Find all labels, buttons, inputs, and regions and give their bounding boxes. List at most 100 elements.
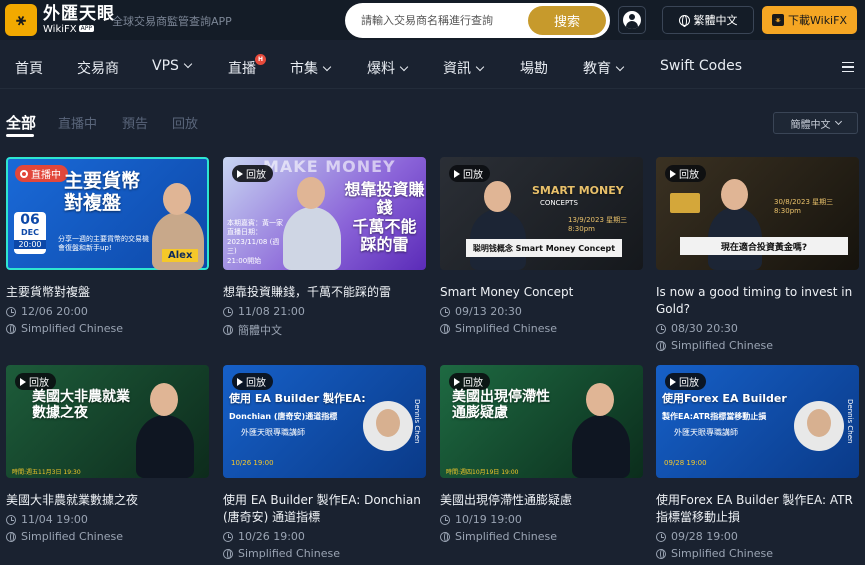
thumb-caption: 聪明钱概念 Smart Money Concept [466, 239, 622, 257]
video-thumbnail[interactable]: 直播中 主要貨幣 對複盤 06 DEC 20:00 分享一週的主要貨幣的交易機會… [6, 157, 209, 270]
status-badge: 回放 [665, 373, 706, 390]
video-title[interactable]: 主要貨幣對複盤 [6, 284, 209, 301]
video-thumbnail[interactable]: 回放 使用Forex EA Builder 製作EA:ATR指標當移動止損 外匯… [656, 365, 859, 478]
thumb-time: 8:30pm [568, 225, 595, 233]
video-thumbnail[interactable]: MAKE MONEY 回放 想靠投資賺錢 千萬不能 踩的雷 本期嘉賓：黃一家 直… [223, 157, 426, 270]
video-card[interactable]: MAKE MONEY 回放 想靠投資賺錢 千萬不能 踩的雷 本期嘉賓：黃一家 直… [223, 157, 426, 338]
search-box: 搜索 [345, 3, 610, 38]
tab-live[interactable]: 直播中 [58, 113, 97, 132]
status-badge: 回放 [232, 373, 273, 390]
language-filter-select[interactable]: 簡體中文 [773, 112, 858, 134]
search-input[interactable] [361, 3, 531, 38]
play-icon [20, 377, 26, 386]
video-language: Simplified Chinese [440, 530, 643, 543]
video-thumbnail[interactable]: 回放 SMART MONEY CONCEPTS 13/9/2023 星期三 8:… [440, 157, 643, 270]
video-card[interactable]: 回放 美國大非農就業 數據之夜 時間:週五11月3日 19:30 美國大非農就業… [6, 365, 209, 543]
nav-item-survey[interactable]: 場勘 [520, 58, 548, 78]
nav-item-swift-codes[interactable]: Swift Codes [660, 58, 742, 74]
thumb-sub: Donchian (唐奇安)通道指標 [229, 412, 338, 421]
video-card[interactable]: 回放 SMART MONEY CONCEPTS 13/9/2023 星期三 8:… [440, 157, 643, 335]
video-language: Simplified Chinese [440, 322, 643, 335]
nav-item-news[interactable]: 資訊 [443, 58, 485, 78]
video-card[interactable]: 回放 30/8/2023 星期三 8:30pm 現在適合投資黃金嗎? Is no… [656, 157, 859, 352]
download-label: 下載WikiFX [788, 14, 847, 27]
nav-item-home[interactable]: 首頁 [15, 58, 43, 78]
thumb-banner: MAKE MONEY [263, 157, 396, 176]
language-icon [656, 548, 666, 559]
video-title[interactable]: 使用 EA Builder 製作EA: Donchian(唐奇安) 通道指標 [223, 492, 426, 526]
clock-icon [6, 306, 16, 317]
video-language: 簡體中文 [223, 322, 426, 338]
thumb-title: 主要貨幣 對複盤 [64, 170, 141, 214]
wikifx-logo-icon: ⚹ [5, 4, 37, 36]
tab-preview[interactable]: 預告 [122, 113, 148, 132]
nav-item-live[interactable]: 直播 H [228, 54, 266, 78]
video-card[interactable]: 回放 美國出現停滯性 通膨疑慮 時間:週四10月19日 19:00 美國出現停滯… [440, 365, 643, 543]
video-time: 10/19 19:00 [440, 513, 643, 526]
video-thumbnail[interactable]: 回放 使用 EA Builder 製作EA: Donchian (唐奇安)通道指… [223, 365, 426, 478]
video-title[interactable]: Smart Money Concept [440, 284, 643, 301]
chevron-down-icon [399, 62, 409, 72]
user-button[interactable] [618, 6, 646, 34]
host-name: Dennis Chen [846, 399, 854, 444]
language-selector[interactable]: 繁體中文 [662, 6, 754, 34]
thumb-title: 現在適合投資黃金嗎? [680, 237, 848, 255]
language-icon [223, 325, 233, 335]
wikifx-small-icon: ⚹ [772, 14, 784, 26]
video-card[interactable]: 直播中 主要貨幣 對複盤 06 DEC 20:00 分享一週的主要貨幣的交易機會… [6, 157, 209, 335]
video-thumbnail[interactable]: 回放 美國出現停滯性 通膨疑慮 時間:週四10月19日 19:00 [440, 365, 643, 478]
thumb-title: 美國出現停滯性 通膨疑慮 [452, 389, 550, 422]
clock-icon [223, 531, 233, 542]
filter-label: 簡體中文 [790, 119, 831, 131]
tab-all[interactable]: 全部 [6, 112, 36, 133]
video-time: 09/13 20:30 [440, 305, 643, 318]
thumb-caption: 本期嘉賓：黃一家 直播日期： 2023/11/08 (週三) 21:00開始 [227, 219, 283, 265]
user-icon [623, 11, 641, 29]
video-title[interactable]: 想靠投資賺錢，千萬不能踩的雷 [223, 284, 426, 301]
video-card[interactable]: 回放 使用 EA Builder 製作EA: Donchian (唐奇安)通道指… [223, 365, 426, 560]
language-icon [440, 531, 450, 542]
nav-item-vps[interactable]: VPS [152, 58, 193, 74]
video-card[interactable]: 回放 使用Forex EA Builder 製作EA:ATR指標當移動止損 外匯… [656, 365, 859, 560]
logo[interactable]: ⚹ 外匯天眼 WikiFX APP [5, 4, 115, 36]
main-nav: 首頁 交易商 VPS 直播 H 市集 爆料 資訊 場勘 教育 Swift Code… [0, 48, 865, 86]
nav-item-market[interactable]: 市集 [290, 58, 332, 78]
language-icon [6, 323, 16, 334]
thumb-time: 09/28 19:00 [664, 459, 707, 467]
thumb-caption: 外匯天眼專職講師 [674, 428, 738, 437]
nav-item-exposure[interactable]: 爆料 [367, 58, 409, 78]
slogan: 全球交易商監管查詢APP [112, 15, 232, 28]
video-language: Simplified Chinese [656, 339, 859, 352]
tab-replay[interactable]: 回放 [172, 113, 198, 132]
thumb-time: 8:30pm [774, 207, 801, 215]
status-badge: 回放 [232, 165, 273, 182]
thumb-title: 使用Forex EA Builder [662, 392, 787, 405]
video-title[interactable]: 美國大非農就業數據之夜 [6, 492, 209, 509]
host-name: Dennis Chen [413, 399, 421, 444]
video-title[interactable]: 使用Forex EA Builder 製作EA: ATR指標當移動止損 [656, 492, 859, 526]
video-thumbnail[interactable]: 回放 美國大非農就業 數據之夜 時間:週五11月3日 19:30 [6, 365, 209, 478]
video-thumbnail[interactable]: 回放 30/8/2023 星期三 8:30pm 現在適合投資黃金嗎? [656, 157, 859, 270]
play-icon [237, 377, 243, 386]
clock-icon [440, 306, 450, 317]
menu-icon[interactable] [842, 62, 854, 72]
search-button[interactable]: 搜索 [528, 6, 606, 35]
host-photo [363, 401, 413, 451]
nav-divider [0, 88, 865, 89]
thumb-time: 時間:週四10月19日 19:00 [446, 469, 519, 476]
status-badge: 回放 [665, 165, 706, 182]
language-icon [440, 323, 450, 334]
language-icon [656, 340, 666, 351]
host-photo [283, 207, 341, 270]
video-title[interactable]: Is now a good timing to invest in Gold? [656, 284, 859, 318]
video-language: Simplified Chinese [6, 530, 209, 543]
thumb-date: 30/8/2023 星期三 [774, 198, 834, 206]
nav-item-education[interactable]: 教育 [583, 58, 625, 78]
thumb-title: SMART MONEY [532, 184, 624, 197]
download-button[interactable]: ⚹ 下載WikiFX [762, 6, 857, 34]
play-icon [454, 169, 460, 178]
nav-item-brokers[interactable]: 交易商 [77, 58, 119, 78]
video-title[interactable]: 美國出現停滯性通膨疑慮 [440, 492, 643, 509]
chevron-down-icon [475, 62, 485, 72]
gold-bar-image [670, 193, 700, 213]
